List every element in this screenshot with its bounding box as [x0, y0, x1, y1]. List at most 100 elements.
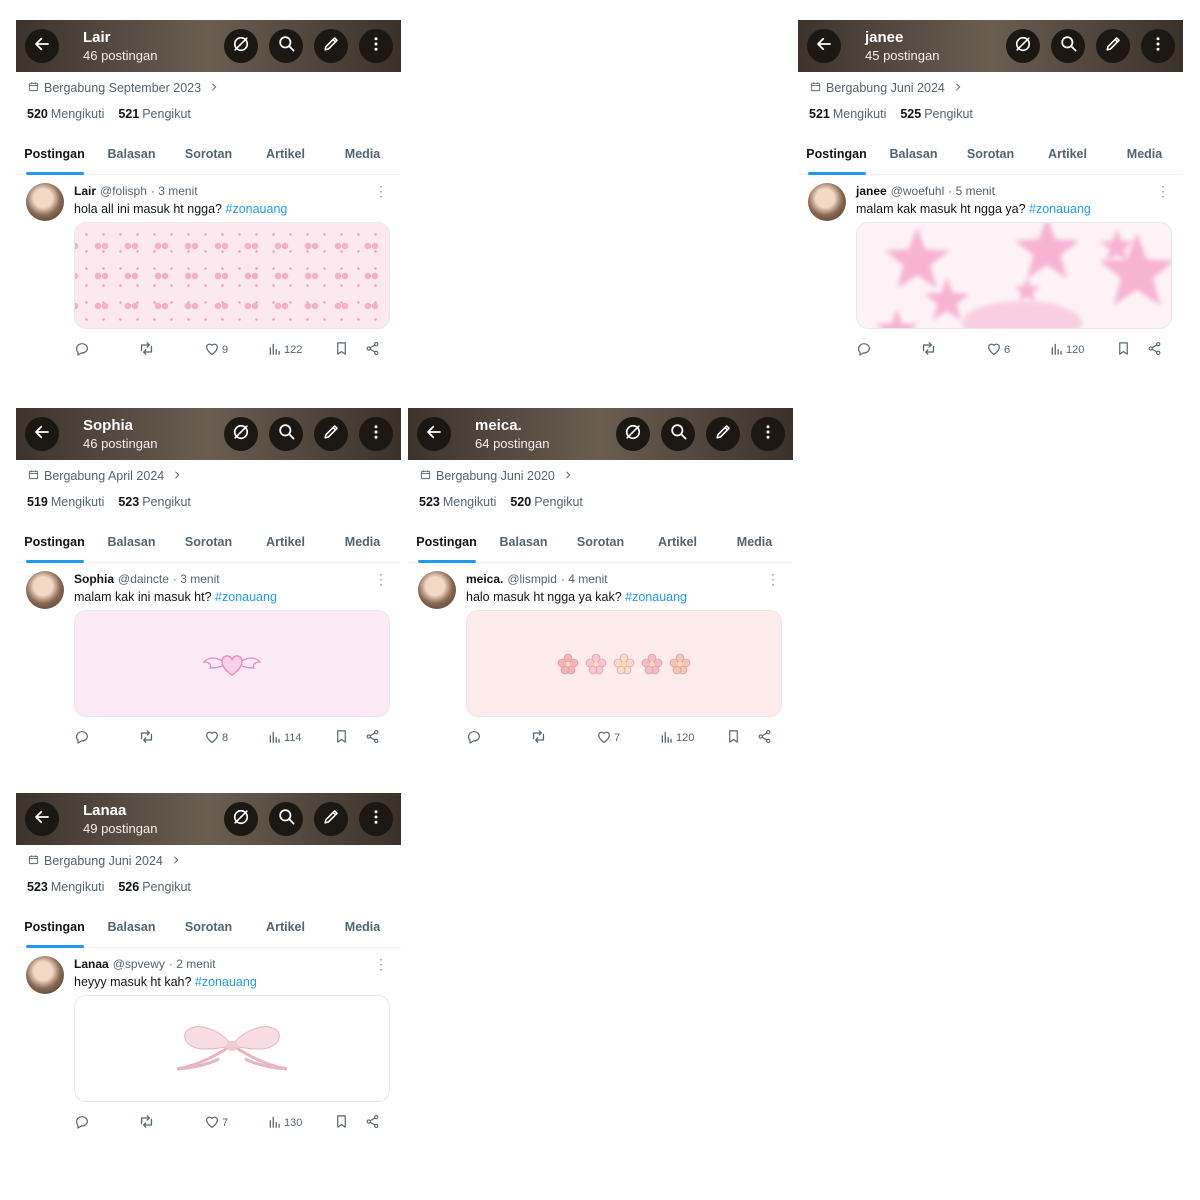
share-button[interactable]	[757, 729, 772, 747]
post[interactable]: janee @woefuhl · 5 menit ⋮ malam kak mas…	[798, 175, 1183, 361]
hashtag-link[interactable]: #zonauang	[226, 202, 288, 216]
retweet-button[interactable]	[530, 728, 547, 748]
search-button[interactable]	[661, 417, 695, 451]
bookmark-button[interactable]	[334, 341, 349, 359]
tab-media[interactable]: Media	[324, 133, 401, 174]
tab-media[interactable]: Media	[324, 906, 401, 947]
more-button[interactable]	[1141, 29, 1175, 63]
tab-artikel[interactable]: Artikel	[639, 521, 716, 562]
more-button[interactable]	[359, 29, 393, 63]
block-button[interactable]	[224, 29, 258, 63]
tab-sorotan[interactable]: Sorotan	[170, 133, 247, 174]
views-button[interactable]: 120	[1050, 342, 1084, 359]
block-button[interactable]	[224, 417, 258, 451]
more-button[interactable]	[359, 802, 393, 836]
search-button[interactable]	[269, 29, 303, 63]
post[interactable]: Lanaa @spvewy · 2 menit ⋮ heyyy masuk ht…	[16, 948, 401, 1134]
post-more-icon[interactable]: ⋮	[1156, 183, 1170, 200]
back-button[interactable]	[25, 802, 59, 836]
post-more-icon[interactable]: ⋮	[374, 183, 388, 200]
tab-balasan[interactable]: Balasan	[875, 133, 952, 174]
post-media-image[interactable]	[74, 222, 390, 329]
followers-link[interactable]: 523 Pengikut	[118, 495, 191, 509]
post-media-image[interactable]	[74, 610, 390, 717]
back-button[interactable]	[417, 417, 451, 451]
following-link[interactable]: 519 Mengikuti	[27, 495, 104, 509]
post-more-icon[interactable]: ⋮	[766, 571, 780, 588]
avatar[interactable]	[26, 956, 64, 994]
tab-balasan[interactable]: Balasan	[93, 906, 170, 947]
hashtag-link[interactable]: #zonauang	[1029, 202, 1091, 216]
compose-button[interactable]	[314, 417, 348, 451]
more-button[interactable]	[751, 417, 785, 451]
post-display-name[interactable]: meica.	[466, 572, 503, 586]
more-button[interactable]	[359, 417, 393, 451]
retweet-button[interactable]	[920, 340, 937, 360]
share-button[interactable]	[365, 341, 380, 359]
tab-postingan[interactable]: Postingan	[16, 133, 93, 174]
avatar[interactable]	[808, 183, 846, 221]
tab-media[interactable]: Media	[1106, 133, 1183, 174]
compose-button[interactable]	[314, 802, 348, 836]
post-more-icon[interactable]: ⋮	[374, 571, 388, 588]
tab-media[interactable]: Media	[716, 521, 793, 562]
compose-button[interactable]	[1096, 29, 1130, 63]
tab-artikel[interactable]: Artikel	[247, 521, 324, 562]
post-media-image[interactable]	[74, 995, 390, 1102]
followers-link[interactable]: 521 Pengikut	[118, 107, 191, 121]
reply-button[interactable]	[74, 341, 90, 360]
bookmark-button[interactable]	[334, 1114, 349, 1132]
post-display-name[interactable]: Lair	[74, 184, 96, 198]
post[interactable]: meica. @lismpid · 4 menit ⋮ halo masuk h…	[408, 563, 793, 749]
post-display-name[interactable]: Sophia	[74, 572, 114, 586]
bookmark-button[interactable]	[1116, 341, 1131, 359]
bookmark-button[interactable]	[334, 729, 349, 747]
post[interactable]: Lair @folisph · 3 menit ⋮ hola all ini m…	[16, 175, 401, 361]
search-button[interactable]	[269, 417, 303, 451]
tab-artikel[interactable]: Artikel	[247, 906, 324, 947]
followers-link[interactable]: 520 Pengikut	[510, 495, 583, 509]
views-button[interactable]: 120	[660, 730, 694, 747]
like-button[interactable]: 9	[204, 341, 228, 360]
retweet-button[interactable]	[138, 1113, 155, 1133]
post-display-name[interactable]: Lanaa	[74, 957, 109, 971]
tab-balasan[interactable]: Balasan	[93, 521, 170, 562]
share-button[interactable]	[365, 1114, 380, 1132]
following-link[interactable]: 521 Mengikuti	[809, 107, 886, 121]
post[interactable]: Sophia @daincte · 3 menit ⋮ malam kak in…	[16, 563, 401, 749]
hashtag-link[interactable]: #zonauang	[625, 590, 687, 604]
post-media-image[interactable]	[856, 222, 1172, 329]
share-button[interactable]	[1147, 341, 1162, 359]
tab-balasan[interactable]: Balasan	[485, 521, 562, 562]
joined-date[interactable]: Bergabung Juni 2024	[16, 848, 401, 874]
reply-button[interactable]	[74, 1114, 90, 1133]
like-button[interactable]: 7	[204, 1114, 228, 1133]
post-handle[interactable]: @folisph	[100, 184, 147, 198]
bookmark-button[interactable]	[726, 729, 741, 747]
tab-sorotan[interactable]: Sorotan	[952, 133, 1029, 174]
post-display-name[interactable]: janee	[856, 184, 887, 198]
followers-link[interactable]: 526 Pengikut	[118, 880, 191, 894]
tab-artikel[interactable]: Artikel	[1029, 133, 1106, 174]
block-button[interactable]	[1006, 29, 1040, 63]
share-button[interactable]	[365, 729, 380, 747]
following-link[interactable]: 523 Mengikuti	[27, 880, 104, 894]
like-button[interactable]: 8	[204, 729, 228, 748]
tab-sorotan[interactable]: Sorotan	[170, 906, 247, 947]
followers-link[interactable]: 525 Pengikut	[900, 107, 973, 121]
tab-sorotan[interactable]: Sorotan	[170, 521, 247, 562]
following-link[interactable]: 520 Mengikuti	[27, 107, 104, 121]
hashtag-link[interactable]: #zonauang	[195, 975, 257, 989]
block-button[interactable]	[224, 802, 258, 836]
compose-button[interactable]	[314, 29, 348, 63]
hashtag-link[interactable]: #zonauang	[215, 590, 277, 604]
tab-balasan[interactable]: Balasan	[93, 133, 170, 174]
back-button[interactable]	[25, 29, 59, 63]
back-button[interactable]	[807, 29, 841, 63]
joined-date[interactable]: Bergabung September 2023	[16, 75, 401, 101]
post-handle[interactable]: @daincte	[118, 572, 169, 586]
tab-postingan[interactable]: Postingan	[798, 133, 875, 174]
views-button[interactable]: 114	[268, 730, 302, 747]
joined-date[interactable]: Bergabung April 2024	[16, 463, 401, 489]
retweet-button[interactable]	[138, 728, 155, 748]
